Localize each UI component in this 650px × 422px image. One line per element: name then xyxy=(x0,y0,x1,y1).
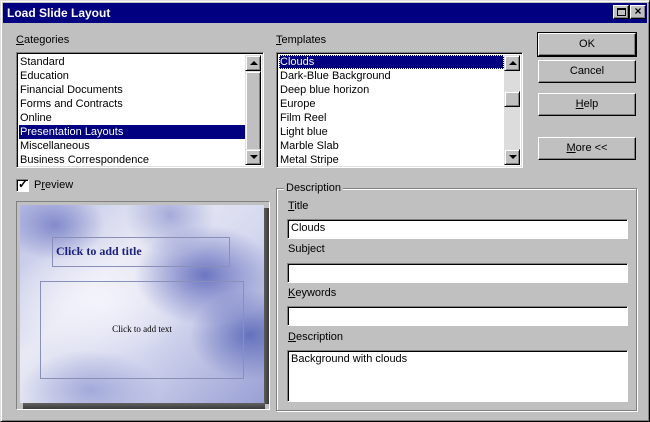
maximize-button[interactable] xyxy=(613,5,629,19)
arrow-up-icon xyxy=(509,61,517,65)
categories-listbox[interactable]: Standard Education Financial Documents F… xyxy=(16,52,264,168)
templates-scroll-thumb[interactable] xyxy=(504,91,520,107)
template-item-europe[interactable]: Europe xyxy=(279,97,504,111)
subject-label: Subject xyxy=(288,243,325,255)
template-item-light-blue[interactable]: Light blue xyxy=(279,125,504,139)
template-item-metal-stripe[interactable]: Metal Stripe xyxy=(279,153,504,167)
description-label: Description xyxy=(288,331,344,343)
template-item-clouds[interactable]: Clouds xyxy=(279,55,504,69)
slide-body-text: Click to add text xyxy=(112,324,172,334)
templates-listbox[interactable]: Clouds Dark-Blue Background Deep blue ho… xyxy=(276,52,523,168)
category-item-miscellaneous[interactable]: Miscellaneous xyxy=(19,139,245,153)
category-item-business-correspondence[interactable]: Business Correspondence xyxy=(19,153,245,167)
description-textarea[interactable]: Background with clouds xyxy=(287,350,628,402)
category-item-online[interactable]: Online xyxy=(19,111,245,125)
preview-label[interactable]: Preview xyxy=(34,179,73,191)
more-button[interactable]: More << xyxy=(538,137,636,160)
category-item-education[interactable]: Education xyxy=(19,69,245,83)
preview-checkbox[interactable]: ✓ xyxy=(16,177,29,192)
template-item-marble-slab[interactable]: Marble Slab xyxy=(279,139,504,153)
categories-scroll-thumb[interactable] xyxy=(245,71,261,151)
subject-field[interactable] xyxy=(287,263,628,283)
title-bar: Load Slide Layout × xyxy=(3,3,647,23)
categories-scrollbar[interactable] xyxy=(245,55,261,165)
category-item-standard[interactable]: Standard xyxy=(19,55,245,69)
templates-scrollbar[interactable] xyxy=(504,55,520,165)
window-title: Load Slide Layout xyxy=(7,6,111,20)
keywords-label: Keywords xyxy=(288,287,337,299)
ok-button[interactable]: OK xyxy=(537,32,637,57)
arrow-down-icon xyxy=(250,155,258,159)
categories-scroll-down-button[interactable] xyxy=(245,149,261,165)
templates-label: Templates xyxy=(276,34,327,46)
templates-scroll-down-button[interactable] xyxy=(504,149,520,165)
maximize-icon xyxy=(617,8,626,16)
description-group-legend: Description xyxy=(284,182,344,194)
title-placeholder: Click to add title xyxy=(52,237,230,267)
body-placeholder: Click to add text xyxy=(40,281,244,379)
category-item-forms-and-contracts[interactable]: Forms and Contracts xyxy=(19,97,245,111)
keywords-field[interactable] xyxy=(287,306,628,326)
load-slide-layout-dialog: Load Slide Layout × Categories Standard … xyxy=(0,0,650,422)
category-item-presentation-layouts[interactable]: Presentation Layouts xyxy=(19,125,245,139)
preview-pane: Click to add title Click to add text xyxy=(16,201,270,410)
close-icon: × xyxy=(634,4,642,18)
title-label: Title xyxy=(288,200,309,212)
close-button[interactable]: × xyxy=(630,4,646,19)
category-item-financial-documents[interactable]: Financial Documents xyxy=(19,83,245,97)
template-item-film-reel[interactable]: Film Reel xyxy=(279,111,504,125)
categories-label: Categories xyxy=(16,34,70,46)
templates-scroll-up-button[interactable] xyxy=(504,55,520,71)
template-item-dark-blue-background[interactable]: Dark-Blue Background xyxy=(279,69,504,83)
slide-preview: Click to add title Click to add text xyxy=(20,205,264,403)
categories-scroll-up-button[interactable] xyxy=(245,55,261,71)
arrow-down-icon xyxy=(509,155,517,159)
title-field[interactable]: Clouds xyxy=(287,219,628,239)
arrow-up-icon xyxy=(250,61,258,65)
slide-title-text: Click to add title xyxy=(56,244,142,258)
help-button[interactable]: Help xyxy=(538,93,636,116)
cancel-button[interactable]: Cancel xyxy=(538,60,636,83)
checkmark-icon: ✓ xyxy=(18,177,29,191)
template-item-deep-blue-horizon[interactable]: Deep blue horizon xyxy=(279,83,504,97)
